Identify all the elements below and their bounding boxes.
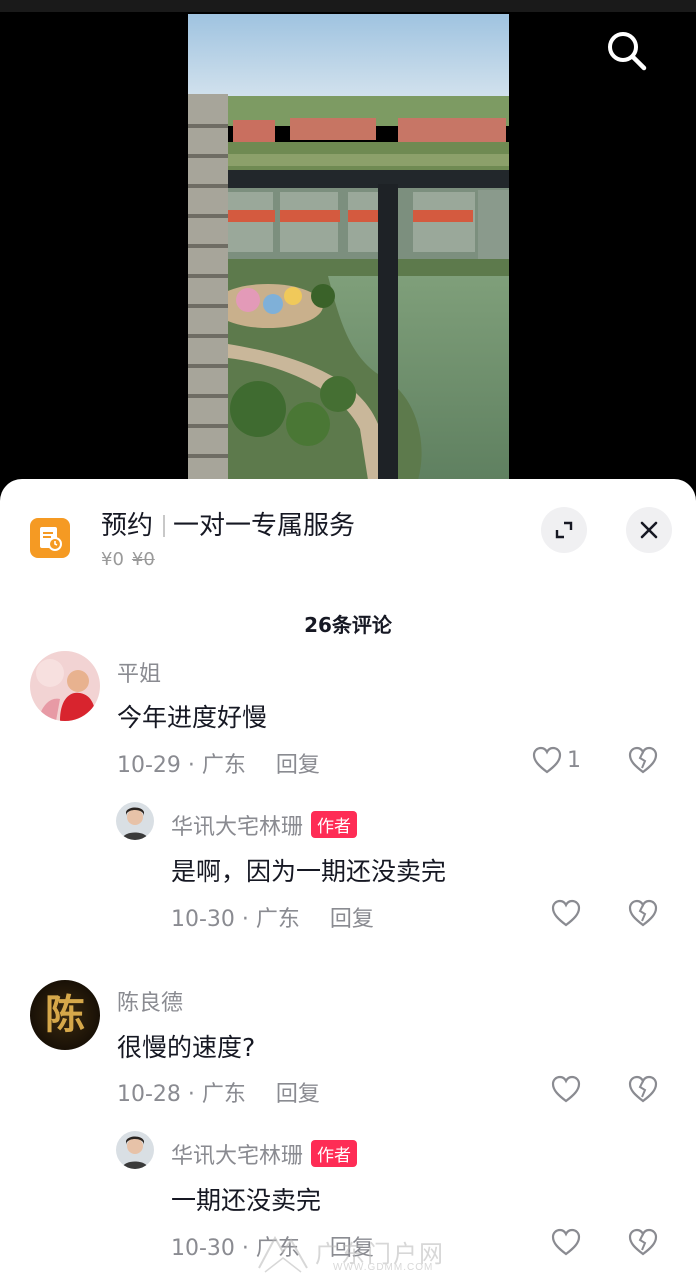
like-count: 1 [567,747,581,773]
price-current: ¥0 [101,549,124,570]
reply-button[interactable]: 回复 [276,753,320,778]
comment-meta: 10-28 · 广东 回复 [117,1076,320,1108]
search-button[interactable] [600,24,652,76]
heart-icon [551,899,581,927]
comment-date: 10-29 · 广东 [117,753,246,778]
dislike-button[interactable] [627,898,659,932]
video-frame[interactable] [188,14,509,480]
avatar[interactable] [116,1131,154,1169]
dislike-button[interactable] [627,1227,659,1261]
like-button[interactable] [550,1227,582,1257]
reply-username-text: 华讯大宅林珊 [171,815,304,840]
reply-username[interactable]: 华讯大宅林珊 作者 [171,809,358,841]
reply-meta: 10-30 · 广东 回复 [171,901,374,933]
broken-heart-icon [628,1228,658,1256]
promo-title-main: 预约 [101,511,154,541]
avatar[interactable] [116,802,154,840]
heart-icon [551,1228,581,1256]
video-player[interactable] [0,0,696,500]
author-badge: 作者 [311,811,358,838]
reply-username[interactable]: 华讯大宅林珊 作者 [171,1138,358,1170]
heart-icon [551,1075,581,1103]
video-scene-image [188,14,509,480]
like-button[interactable] [550,898,582,928]
comment-date: 10-28 · 广东 [117,1082,246,1107]
promo-banner[interactable]: 预约 一对一专属服务 ¥0 ¥0 [0,479,696,579]
comment-text: 很慢的速度? [117,1033,256,1062]
avatar[interactable] [30,651,100,721]
comment-username[interactable]: 平姐 [117,656,161,688]
broken-heart-icon [628,1075,658,1103]
reply-button[interactable]: 回复 [330,907,374,932]
dislike-button[interactable] [627,1074,659,1108]
avatar[interactable]: 陈 [30,980,100,1050]
promo-title-sub: 一对一专属服务 [173,511,356,541]
expand-icon [555,521,573,539]
promo-price: ¥0 ¥0 [101,549,155,570]
watermark-logo: 广东门户网 WWW.GDMM.COM [255,1228,455,1278]
author-badge: 作者 [311,1140,358,1167]
reply-text: 一期还没卖完 [171,1186,322,1215]
promo-title[interactable]: 预约 一对一专属服务 [101,505,355,542]
search-icon [608,32,647,71]
like-button[interactable]: 1 [531,745,581,775]
status-bar [0,0,696,12]
dislike-button[interactable] [627,745,659,779]
comment-meta: 10-29 · 广东 回复 [117,747,320,779]
broken-heart-icon [628,746,658,774]
avatar-char: 陈 [45,991,85,1038]
promo-title-divider [163,515,166,537]
reply-text: 是啊，因为一期还没卖完 [171,857,447,886]
watermark-icon [258,1235,308,1273]
broken-heart-icon [628,899,658,927]
like-button[interactable] [550,1074,582,1104]
comment-count: 26条评论 [304,613,392,637]
comment-username[interactable]: 陈良德 [117,985,183,1017]
comment-text: 今年进度好慢 [117,703,268,732]
reply-username-text: 华讯大宅林珊 [171,1144,304,1169]
comments-sheet: 预约 一对一专属服务 ¥0 ¥0 26条评论 平姐 今年进度好慢 10-29 ·… [0,479,696,1280]
expand-button[interactable] [541,507,587,553]
price-original: ¥0 [131,549,155,570]
close-icon [640,521,658,539]
heart-icon [532,746,562,774]
reply-button[interactable]: 回复 [276,1082,320,1107]
reply-date: 10-30 · 广东 [171,907,300,932]
close-button[interactable] [626,507,672,553]
calendar-clock-icon [30,518,70,558]
watermark-url: WWW.GDMM.COM [333,1262,434,1273]
